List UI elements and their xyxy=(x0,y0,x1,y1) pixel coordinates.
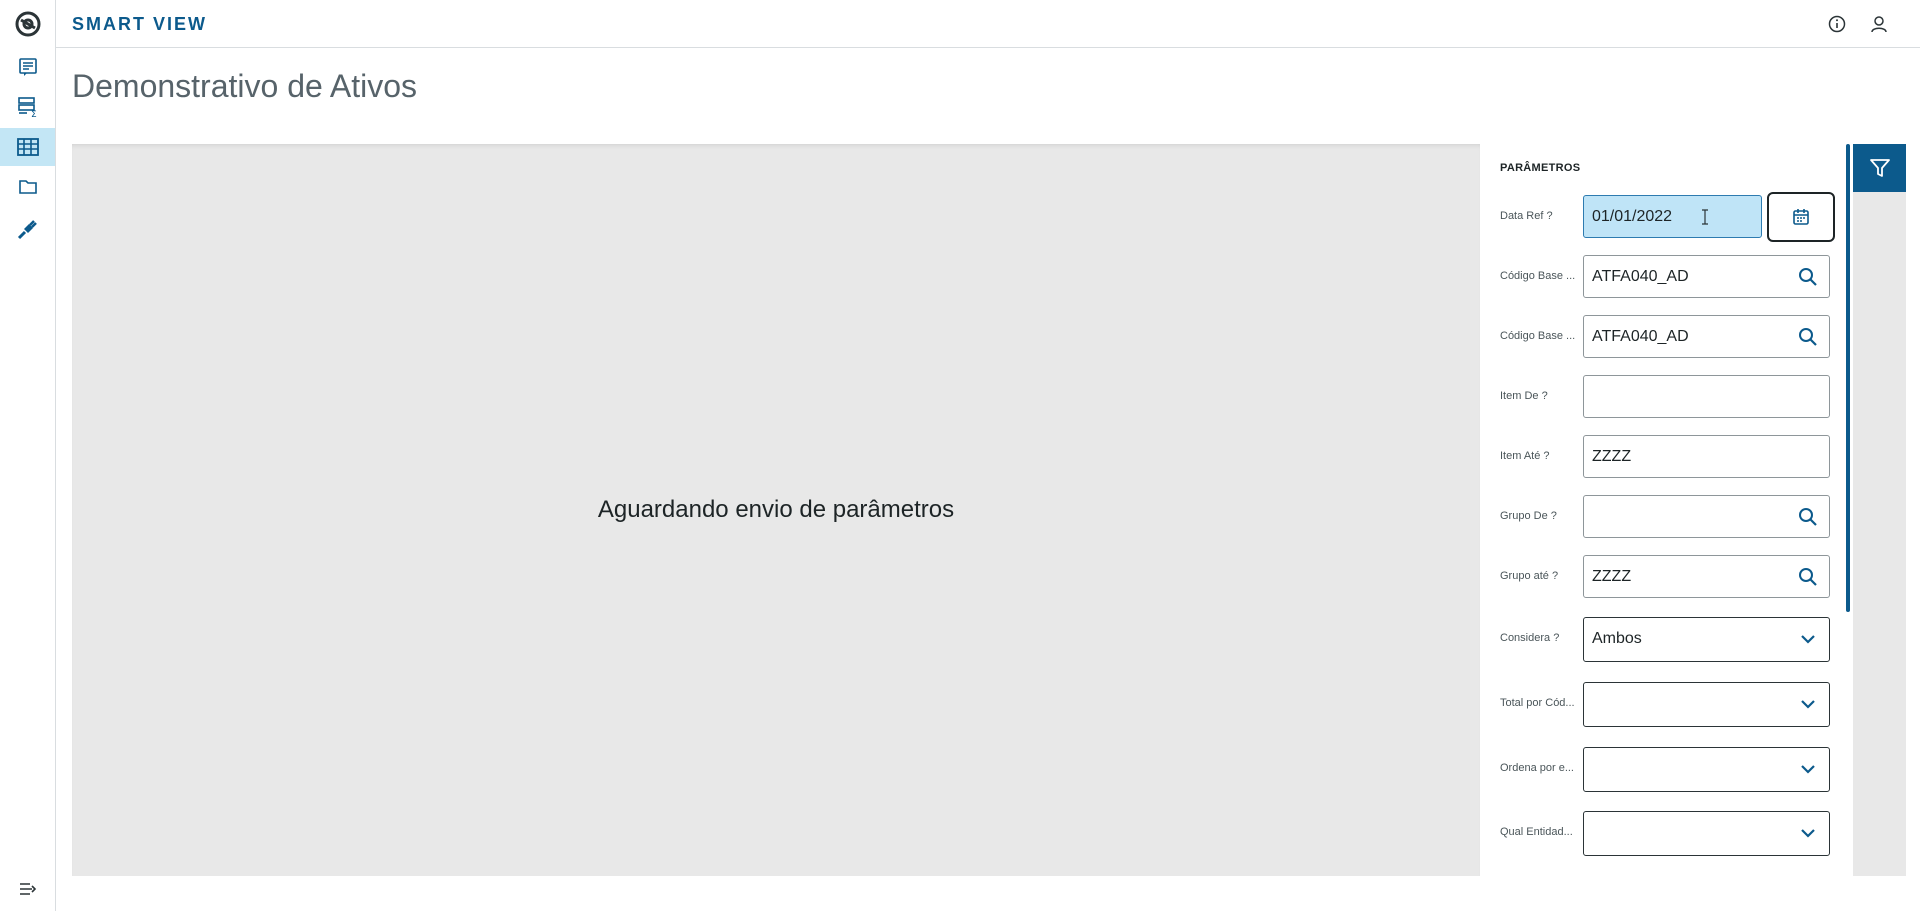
text-cursor-icon xyxy=(1702,209,1708,225)
param-value: ATFA040_AD xyxy=(1592,268,1689,285)
param-value: ZZZZ xyxy=(1592,448,1632,465)
page-title: Demonstrativo de Ativos xyxy=(72,68,418,104)
codigo-base-2-input[interactable]: ATFA040_AD xyxy=(1583,315,1830,358)
search-icon[interactable] xyxy=(1797,566,1819,588)
chevron-down-icon xyxy=(1797,628,1819,650)
param-row-grupo-de: Grupo De ? xyxy=(1480,492,1830,540)
parameters-title: PARÂMETROS xyxy=(1500,162,1581,174)
ordena-por-select[interactable] xyxy=(1583,747,1830,792)
svg-text:Σ: Σ xyxy=(31,110,37,118)
plug-icon xyxy=(17,220,37,240)
user-button[interactable] xyxy=(1867,12,1891,36)
chevron-down-icon xyxy=(1797,822,1819,844)
info-button[interactable] xyxy=(1825,12,1849,36)
rail-collapse-button[interactable] xyxy=(0,870,55,908)
rail-item-integrations[interactable] xyxy=(0,210,55,248)
param-label: Qual Entidad... xyxy=(1500,826,1573,838)
item-ate-input[interactable]: ZZZZ xyxy=(1583,435,1830,478)
param-row-ordena-por: Ordena por e... xyxy=(1480,744,1830,792)
expand-menu-icon xyxy=(19,883,36,895)
side-rail: Σ xyxy=(0,0,56,911)
grupo-ate-input[interactable]: ZZZZ xyxy=(1583,555,1830,598)
codigo-base-1-input[interactable]: ATFA040_AD xyxy=(1583,255,1830,298)
chevron-down-icon xyxy=(1797,758,1819,780)
data-ref-input[interactable]: 01/01/2022 xyxy=(1583,195,1762,238)
top-bar: SMART VIEW xyxy=(56,0,1920,48)
waiting-message: Aguardando envio de parâmetros xyxy=(597,496,955,523)
param-row-codigo-base-1: Código Base ... ATFA040_AD xyxy=(1480,252,1830,300)
param-label: Grupo até ? xyxy=(1500,570,1559,582)
param-row-considera: Considera ? Ambos xyxy=(1480,614,1830,662)
rail-item-folders[interactable] xyxy=(0,168,55,206)
report-viewer: Aguardando envio de parâmetros xyxy=(72,144,1480,876)
calendar-button[interactable] xyxy=(1767,192,1835,242)
rail-item-data-summary[interactable]: Σ xyxy=(0,88,55,126)
param-label: Código Base ... xyxy=(1500,330,1576,342)
qual-entidade-select[interactable] xyxy=(1583,811,1830,856)
param-row-qual-entidade: Qual Entidad... xyxy=(1480,808,1830,856)
info-icon xyxy=(1828,15,1846,33)
parameters-panel: PARÂMETROS Data Ref ? 01/01/2022 Código … xyxy=(1480,144,1850,876)
param-label: Considera ? xyxy=(1500,632,1560,644)
brand-title: SMART VIEW xyxy=(72,14,207,34)
filter-toggle-button[interactable] xyxy=(1853,144,1906,192)
param-value: Ambos xyxy=(1592,630,1642,647)
search-icon[interactable] xyxy=(1797,326,1819,348)
param-row-grupo-ate: Grupo até ? ZZZZ xyxy=(1480,552,1830,600)
param-label: Grupo De ? xyxy=(1500,510,1557,522)
param-label: Data Ref ? xyxy=(1500,210,1553,222)
report-icon xyxy=(18,58,37,76)
param-value: 01/01/2022 xyxy=(1592,208,1673,225)
filter-icon xyxy=(1869,159,1890,177)
param-label: Ordena por e... xyxy=(1500,762,1574,774)
rail-item-reports[interactable] xyxy=(0,48,55,86)
app-logo-icon[interactable] xyxy=(14,10,42,38)
user-icon xyxy=(1871,16,1887,33)
param-value: ATFA040_AD xyxy=(1592,328,1689,345)
data-summary-icon: Σ xyxy=(17,97,37,118)
param-label: Item De ? xyxy=(1500,390,1548,402)
param-row-item-de: Item De ? xyxy=(1480,372,1830,420)
param-label: Total por Cód... xyxy=(1500,697,1575,709)
rail-item-tables[interactable] xyxy=(0,128,55,166)
param-label: Código Base ... xyxy=(1500,270,1576,282)
param-row-codigo-base-2: Código Base ... ATFA040_AD xyxy=(1480,312,1830,360)
folder-icon xyxy=(18,180,37,194)
parameters-scrollbar[interactable] xyxy=(1846,144,1850,612)
calendar-icon xyxy=(1793,209,1809,225)
search-icon[interactable] xyxy=(1797,266,1819,288)
filter-strip xyxy=(1853,144,1906,876)
table-icon xyxy=(16,138,39,156)
param-row-data-ref: Data Ref ? 01/01/2022 xyxy=(1480,192,1835,242)
param-value: ZZZZ xyxy=(1592,568,1632,585)
grupo-de-input[interactable] xyxy=(1583,495,1830,538)
considera-select[interactable]: Ambos xyxy=(1583,617,1830,662)
param-row-total-por-codigo: Total por Cód... xyxy=(1480,679,1830,727)
total-por-codigo-select[interactable] xyxy=(1583,682,1830,727)
chevron-down-icon xyxy=(1797,693,1819,715)
param-label: Item Até ? xyxy=(1500,450,1550,462)
param-row-item-ate: Item Até ? ZZZZ xyxy=(1480,432,1830,480)
search-icon[interactable] xyxy=(1797,506,1819,528)
item-de-input[interactable] xyxy=(1583,375,1830,418)
